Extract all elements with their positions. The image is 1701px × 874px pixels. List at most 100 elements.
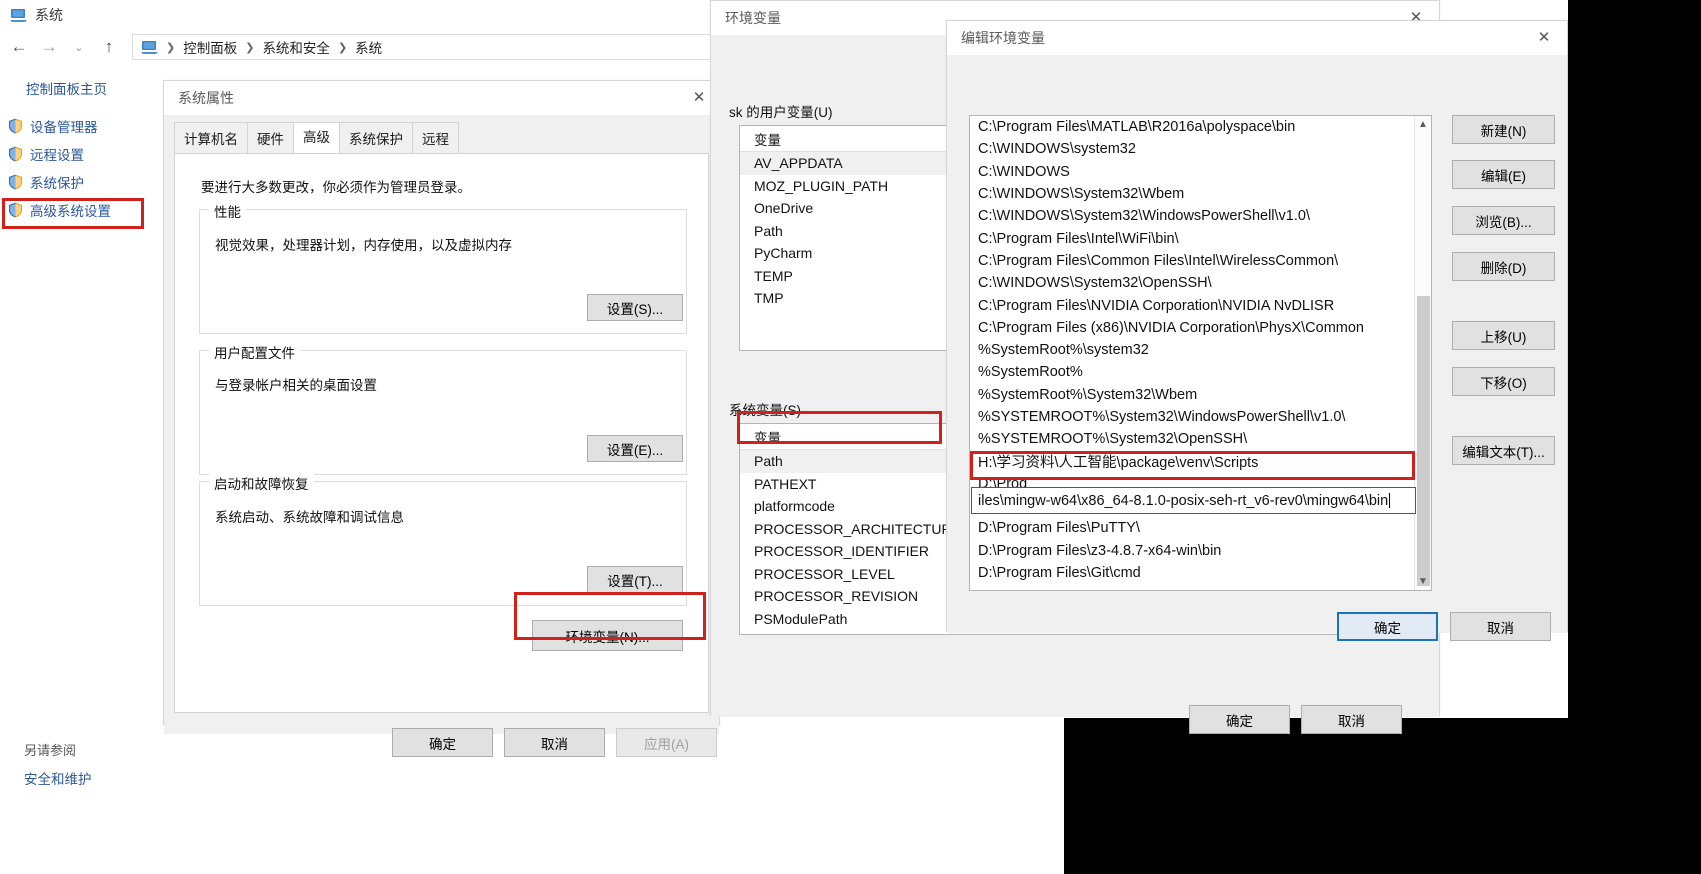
list-item[interactable]: H:\学习资料\人工智能\package\venv\Scripts bbox=[970, 450, 1431, 472]
sidebar-item-system-protection[interactable]: 系统保护 bbox=[0, 168, 165, 196]
list-item[interactable]: C:\Program Files (x86)\NVIDIA Corporatio… bbox=[970, 317, 1431, 339]
forward-button[interactable]: → bbox=[36, 34, 62, 60]
shield-icon bbox=[8, 202, 23, 218]
scroll-up-icon[interactable]: ▲ bbox=[1415, 116, 1431, 133]
edit-env-cancel-button[interactable]: 取消 bbox=[1450, 612, 1551, 641]
up-button[interactable]: ↑ bbox=[96, 34, 122, 60]
list-item[interactable]: %SYSTEMROOT%\System32\WindowsPowerShell\… bbox=[970, 406, 1431, 428]
delete-button[interactable]: 删除(D) bbox=[1452, 252, 1555, 281]
list-item[interactable]: %SYSTEMROOT%\System32\OpenSSH\ bbox=[970, 428, 1431, 450]
list-item[interactable]: %SystemRoot% bbox=[970, 361, 1431, 383]
sidebar-item-label: 高级系统设置 bbox=[30, 204, 111, 219]
move-up-button[interactable]: 上移(U) bbox=[1452, 321, 1555, 350]
user-variables-label: sk 的用户变量(U) bbox=[729, 105, 833, 120]
edit-button[interactable]: 编辑(E) bbox=[1452, 160, 1555, 189]
user-profiles-settings-button[interactable]: 设置(E)... bbox=[587, 435, 683, 462]
path-entries-list[interactable]: C:\Program Files\MATLAB\R2016a\polyspace… bbox=[969, 115, 1432, 591]
list-item[interactable]: C:\Program Files\MATLAB\R2016a\polyspace… bbox=[970, 116, 1431, 138]
edit-text-button[interactable]: 编辑文本(T)... bbox=[1452, 436, 1555, 465]
system-variables-label: 系统变量(S) bbox=[729, 403, 801, 418]
sidebar-item-advanced-system-settings[interactable]: 高级系统设置 bbox=[0, 196, 165, 224]
tab-remote[interactable]: 远程 bbox=[412, 122, 459, 153]
list-item[interactable]: D:\Program Files\z3-4.8.7-x64-win\bin bbox=[970, 540, 1431, 562]
see-also-label: 另请参阅 bbox=[24, 743, 77, 758]
system-icon bbox=[10, 7, 27, 24]
list-item[interactable]: %SystemRoot%\system32 bbox=[970, 339, 1431, 361]
sidebar-item-label: 设备管理器 bbox=[30, 120, 98, 135]
breadcrumb-separator[interactable]: ❯ bbox=[245, 41, 254, 54]
tab-computer-name[interactable]: 计算机名 bbox=[174, 122, 248, 153]
dialog-title: 编辑环境变量 bbox=[961, 30, 1045, 46]
address-bar[interactable]: ❯ 控制面板 ❯ 系统和安全 ❯ 系统 bbox=[132, 34, 772, 60]
edit-env-body: C:\Program Files\MATLAB\R2016a\polyspace… bbox=[947, 55, 1567, 641]
list-item[interactable]: C:\Program Files\NVIDIA Corporation\NVID… bbox=[970, 294, 1431, 316]
system-properties-apply-button[interactable]: 应用(A) bbox=[616, 728, 717, 757]
startup-recovery-description: 系统启动、系统故障和调试信息 bbox=[215, 510, 404, 525]
address-bar-icon bbox=[141, 39, 158, 56]
edit-environment-variable-dialog: 编辑环境变量 ✕ C:\Program Files\MATLAB\R2016a\… bbox=[946, 20, 1568, 641]
environment-variables-ok-button[interactable]: 确定 bbox=[1189, 705, 1290, 734]
list-item[interactable]: D:\Program Files\Git\cmd bbox=[970, 562, 1431, 584]
system-properties-dialog: 系统属性 ✕ 计算机名 硬件 高级 系统保护 远程 要进行大多数更改，你必须作为… bbox=[163, 80, 720, 757]
recent-locations-button[interactable]: ⌄ bbox=[66, 34, 92, 60]
user-profiles-description: 与登录帐户相关的桌面设置 bbox=[215, 378, 377, 393]
close-icon[interactable]: ✕ bbox=[1521, 21, 1567, 53]
performance-group-label: 性能 bbox=[209, 201, 246, 221]
shield-icon bbox=[8, 174, 23, 190]
breadcrumb-separator[interactable]: ❯ bbox=[338, 41, 347, 54]
desktop-background-right bbox=[1568, 0, 1701, 718]
list-item[interactable]: C:\WINDOWS bbox=[970, 161, 1431, 183]
performance-settings-button[interactable]: 设置(S)... bbox=[587, 294, 683, 321]
system-properties-body: 计算机名 硬件 高级 系统保护 远程 要进行大多数更改，你必须作为管理员登录。 … bbox=[164, 122, 719, 757]
list-item[interactable]: C:\WINDOWS\System32\Wbem bbox=[970, 183, 1431, 205]
sidebar-item-device-manager[interactable]: 设备管理器 bbox=[0, 112, 165, 140]
performance-description: 视觉效果，处理器计划，内存使用，以及虚拟内存 bbox=[215, 238, 512, 253]
move-down-button[interactable]: 下移(O) bbox=[1452, 367, 1555, 396]
list-item[interactable]: C:\Program Files\Intel\WiFi\bin\ bbox=[970, 227, 1431, 249]
list-item[interactable]: C:\WINDOWS\system32 bbox=[970, 138, 1431, 160]
system-properties-titlebar: 系统属性 ✕ bbox=[164, 81, 719, 115]
new-button[interactable]: 新建(N) bbox=[1452, 115, 1555, 144]
shield-icon bbox=[8, 118, 23, 134]
system-properties-ok-button[interactable]: 确定 bbox=[392, 728, 493, 757]
path-entry-edit-input[interactable]: iles\mingw-w64\x86_64-8.1.0-posix-seh-rt… bbox=[971, 487, 1416, 514]
admin-note: 要进行大多数更改，你必须作为管理员登录。 bbox=[201, 180, 471, 195]
desktop-background bbox=[1064, 718, 1701, 874]
edit-env-titlebar: 编辑环境变量 ✕ bbox=[947, 21, 1567, 55]
shield-icon bbox=[8, 146, 23, 162]
sidebar-item-home[interactable]: 控制面板主页 bbox=[0, 72, 165, 110]
browse-button[interactable]: 浏览(B)... bbox=[1452, 206, 1555, 235]
list-item[interactable]: C:\Program Files\Common Files\Intel\Wire… bbox=[970, 250, 1431, 272]
tab-advanced[interactable]: 高级 bbox=[293, 122, 340, 153]
edit-env-ok-button[interactable]: 确定 bbox=[1337, 612, 1438, 641]
list-item[interactable]: %SystemRoot%\System32\Wbem bbox=[970, 384, 1431, 406]
control-panel-sidebar: 控制面板主页 设备管理器 远程设置 系统保护 高级系统设置 bbox=[0, 72, 165, 224]
breadcrumb-item-0[interactable]: 控制面板 bbox=[183, 37, 237, 57]
environment-variables-cancel-button[interactable]: 取消 bbox=[1301, 705, 1402, 734]
tab-system-protection[interactable]: 系统保护 bbox=[339, 122, 413, 153]
breadcrumb-item-1[interactable]: 系统和安全 bbox=[262, 37, 330, 57]
scrollbar-thumb[interactable] bbox=[1417, 296, 1430, 586]
text-caret bbox=[1389, 493, 1391, 508]
window-title: 系统 bbox=[35, 7, 63, 23]
environment-variables-button[interactable]: 环境变量(N)... bbox=[532, 620, 683, 651]
list-item[interactable]: C:\WINDOWS\System32\WindowsPowerShell\v1… bbox=[970, 205, 1431, 227]
breadcrumb-item-2[interactable]: 系统 bbox=[355, 37, 382, 57]
see-also-link-security-maintenance[interactable]: 安全和维护 bbox=[24, 768, 92, 788]
dialog-title: 系统属性 bbox=[178, 90, 234, 106]
back-button[interactable]: ← bbox=[6, 34, 32, 60]
breadcrumb-separator[interactable]: ❯ bbox=[166, 41, 175, 54]
startup-recovery-group-label: 启动和故障恢复 bbox=[209, 473, 314, 493]
tab-hardware[interactable]: 硬件 bbox=[247, 122, 294, 153]
advanced-tab-page: 要进行大多数更改，你必须作为管理员登录。 性能 视觉效果，处理器计划，内存使用，… bbox=[174, 153, 709, 713]
list-item[interactable]: D:\Program Files\PuTTY\ bbox=[970, 517, 1431, 539]
path-list-scrollbar[interactable]: ▲ ▼ bbox=[1414, 116, 1431, 590]
sidebar-item-label: 系统保护 bbox=[30, 176, 84, 191]
scroll-down-icon[interactable]: ▼ bbox=[1415, 573, 1431, 590]
dialog-title: 环境变量 bbox=[725, 10, 781, 26]
system-properties-cancel-button[interactable]: 取消 bbox=[504, 728, 605, 757]
startup-recovery-settings-button[interactable]: 设置(T)... bbox=[587, 566, 683, 593]
sidebar-item-remote-settings[interactable]: 远程设置 bbox=[0, 140, 165, 168]
list-item[interactable]: C:\WINDOWS\System32\OpenSSH\ bbox=[970, 272, 1431, 294]
sidebar-item-label: 远程设置 bbox=[30, 148, 84, 163]
